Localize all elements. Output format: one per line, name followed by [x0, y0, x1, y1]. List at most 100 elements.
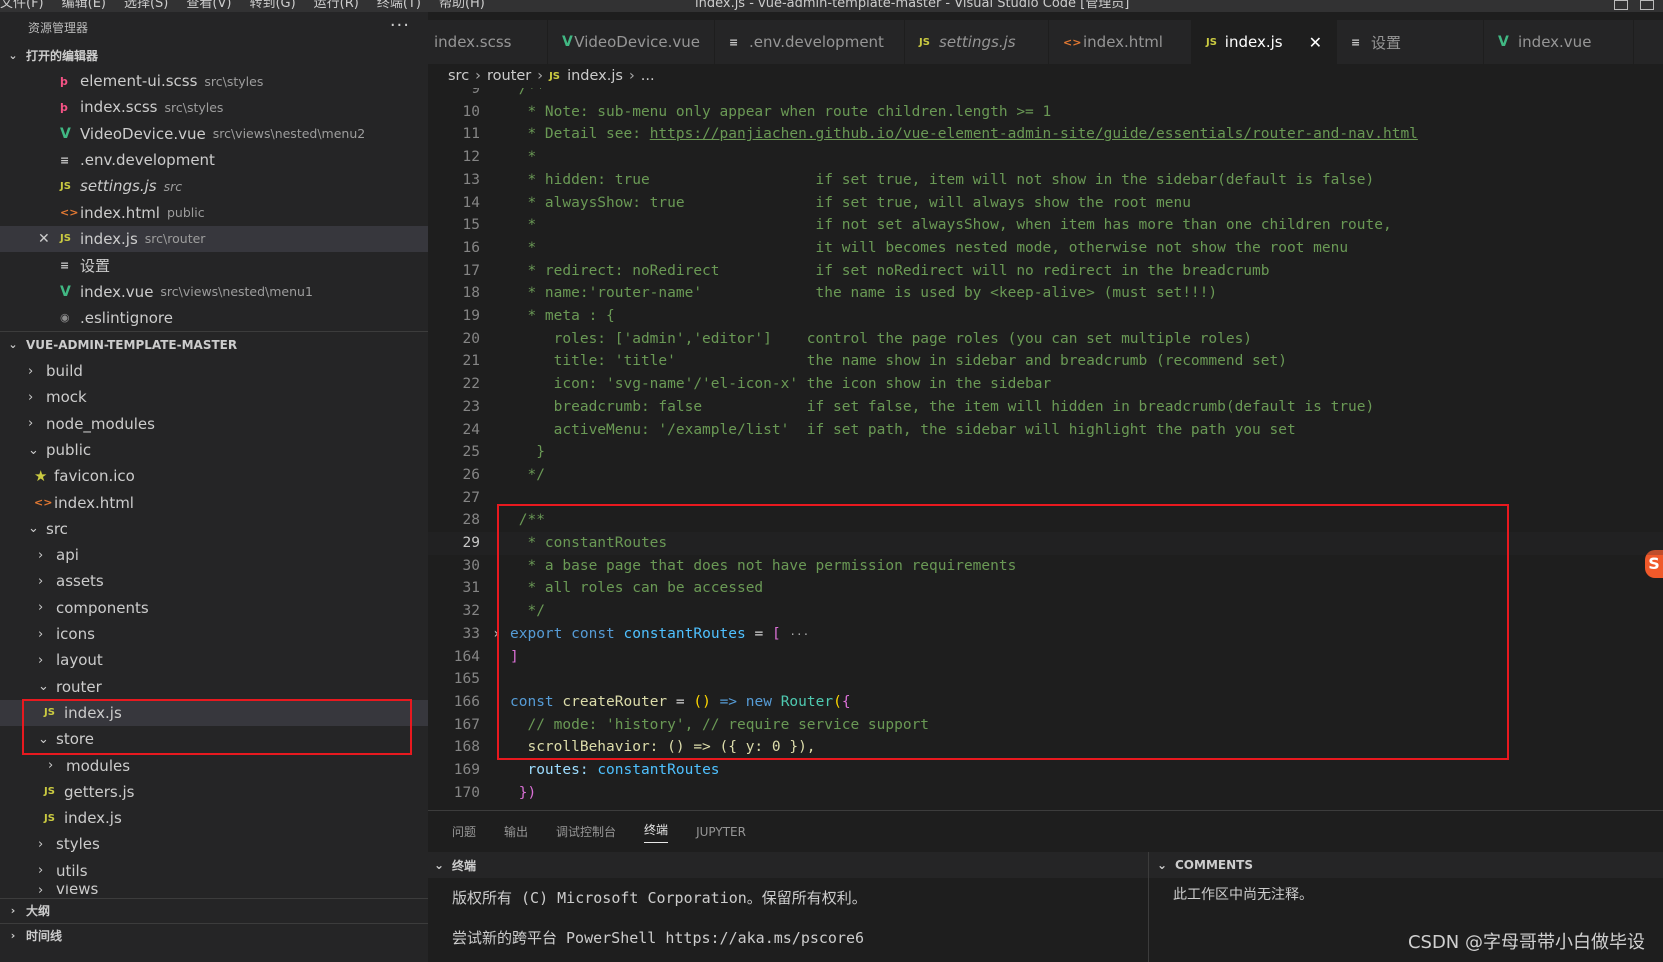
tree-folder-modules[interactable]: › modules — [0, 752, 428, 778]
file-name: index.vue — [80, 282, 154, 301]
close-icon[interactable]: ✕ — [1309, 33, 1322, 52]
tree-file-index-html[interactable]: <> index.html — [0, 489, 428, 515]
tab-debug-console[interactable]: 调试控制台 — [556, 823, 616, 840]
code-line[interactable]: 20 roles: ['admin','editor'] control the… — [428, 328, 1663, 351]
tree-folder-build[interactable]: › build — [0, 358, 428, 384]
open-editor-item[interactable]: JS settings.js src — [0, 173, 428, 199]
file-name: index.scss — [80, 98, 158, 117]
tab-index-js[interactable]: JS index.js ✕ — [1192, 20, 1337, 64]
tree-folder-assets[interactable]: › assets — [0, 568, 428, 594]
code-line[interactable]: 22 icon: 'svg-name'/'el-icon-x' the icon… — [428, 373, 1663, 396]
tree-folder-src[interactable]: ⌄ src — [0, 516, 428, 542]
breadcrumb-item[interactable]: router — [487, 68, 531, 84]
open-editor-item[interactable]: V VideoDevice.vue src\views\nested\menu2 — [0, 121, 428, 147]
tab-terminal[interactable]: 终端 — [644, 821, 669, 843]
code-line[interactable]: 25 } — [428, 441, 1663, 464]
code-line[interactable]: 21 title: 'title' the name show in sideb… — [428, 350, 1663, 373]
tree-folder-public[interactable]: ⌄ public — [0, 437, 428, 463]
folder-name: icons — [56, 625, 95, 644]
tree-folder-styles[interactable]: › styles — [0, 831, 428, 857]
js-icon: JS — [44, 812, 55, 824]
menu-go[interactable]: 转到(G) — [249, 0, 295, 10]
menu-view[interactable]: 查看(V) — [186, 0, 231, 10]
code-line[interactable]: 14 * alwaysShow: true if set true, will … — [428, 192, 1663, 215]
code-line[interactable]: 11 * Detail see: https://panjiachen.gith… — [428, 123, 1663, 146]
close-icon[interactable]: ✕ — [38, 231, 50, 247]
layout-icon[interactable] — [1614, 0, 1628, 10]
tree-folder-components[interactable]: › components — [0, 595, 428, 621]
line-number: 15 — [462, 217, 480, 234]
breadcrumb-item[interactable]: src — [448, 68, 469, 84]
tree-folder-router[interactable]: ⌄ router — [0, 674, 428, 700]
tree-file-favicon[interactable]: ★ favicon.ico — [0, 463, 428, 489]
code-line[interactable]: 19 * meta : { — [428, 305, 1663, 328]
tree-folder-layout[interactable]: › layout — [0, 647, 428, 673]
code-line[interactable]: 17 * redirect: noRedirect if set noRedir… — [428, 260, 1663, 283]
open-editor-item[interactable]: <> index.html public — [0, 199, 428, 225]
tree-folder-icons[interactable]: › icons — [0, 621, 428, 647]
tab-output[interactable]: 输出 — [504, 823, 528, 840]
code-text: activeMenu: '/example/list' if set path,… — [510, 421, 1296, 438]
folder-name: utils — [56, 861, 88, 880]
code-line[interactable]: 16 * it will becomes nested mode, otherw… — [428, 237, 1663, 260]
more-actions-icon[interactable]: ··· — [390, 15, 410, 36]
tree-file-store-index-js[interactable]: JS index.js — [0, 805, 428, 831]
tree-folder-views[interactable]: › views — [0, 884, 428, 898]
js-icon: JS — [549, 70, 561, 82]
code-line[interactable]: 26 */ — [428, 464, 1663, 487]
code-line[interactable]: 13 * hidden: true if set true, item will… — [428, 169, 1663, 192]
outline-section[interactable]: › 大纲 — [0, 897, 428, 923]
tab-jupyter[interactable]: JUPYTER — [696, 825, 746, 839]
tree-folder-api[interactable]: › api — [0, 542, 428, 568]
open-editor-item[interactable]: ≡ 设置 — [0, 252, 428, 278]
code-line[interactable]: 10 * Note: sub-menu only appear when rou… — [428, 101, 1663, 124]
tree-folder-node-modules[interactable]: › node_modules — [0, 411, 428, 437]
tab-settings-ui[interactable]: ≡ 设置 — [1337, 20, 1484, 64]
terminal-panel[interactable]: ⌄ 终端 版权所有 (C) Microsoft Corporation。保留所有权… — [428, 852, 1148, 962]
menu-selection[interactable]: 选择(S) — [124, 0, 168, 10]
tab-index-vue[interactable]: Vindex.vue — [1484, 20, 1634, 64]
breadcrumb-item[interactable]: index.js — [567, 68, 623, 84]
code-line[interactable]: 24 activeMenu: '/example/list' if set pa… — [428, 419, 1663, 442]
line-number: 166 — [453, 693, 480, 710]
tree-folder-mock[interactable]: › mock — [0, 384, 428, 410]
open-editor-item[interactable]: Vindex.vue src\views\nested\menu1 — [0, 278, 428, 304]
terminal-header[interactable]: ⌄ 终端 — [428, 852, 1148, 878]
code-line[interactable]: 12 * — [428, 146, 1663, 169]
project-section[interactable]: ⌄ VUE-ADMIN-TEMPLATE-MASTER — [0, 330, 428, 358]
chevron-down-icon: ⌄ — [1157, 858, 1168, 872]
settings-file-icon: ≡ — [60, 153, 70, 167]
breadcrumb: src › router › JS index.js › ... — [428, 64, 1663, 88]
menu-run[interactable]: 运行(R) — [314, 0, 359, 10]
tab-index-scss[interactable]: index.scss — [428, 20, 548, 64]
tab-problems[interactable]: 问题 — [452, 823, 476, 840]
open-editor-item[interactable]: ϸ index.scss src\styles — [0, 94, 428, 120]
code-line[interactable]: 23 breadcrumb: false if set false, the i… — [428, 396, 1663, 419]
code-line[interactable]: 169 routes: constantRoutes — [428, 759, 1663, 782]
open-editor-item-active[interactable]: ✕ JS index.js src\router — [0, 225, 428, 253]
code-line[interactable]: 9 /** — [428, 88, 1663, 101]
code-line[interactable]: 15 * if not set alwaysShow, when item ha… — [428, 214, 1663, 237]
timeline-section[interactable]: › 时间线 — [0, 922, 428, 948]
code-line[interactable]: 18 * name:'router-name' the name is used… — [428, 282, 1663, 305]
layout-panel-icon[interactable] — [1640, 0, 1654, 10]
menu-terminal[interactable]: 终端(T) — [377, 0, 421, 10]
tab-videodevice-vue[interactable]: V VideoDevice.vue — [548, 20, 715, 64]
tree-folder-utils[interactable]: › utils — [0, 858, 428, 884]
menu-help[interactable]: 帮助(H) — [439, 0, 485, 10]
js-icon: JS — [44, 786, 55, 798]
tab-index-html[interactable]: <> index.html — [1049, 20, 1192, 64]
comments-header[interactable]: ⌄ COMMENTS — [1149, 852, 1663, 878]
folder-name: src — [46, 519, 68, 538]
tab-settings-js[interactable]: JS settings.js — [905, 20, 1049, 64]
open-editor-item[interactable]: ϸ element-ui.scss src\styles — [0, 68, 428, 94]
tree-file-getters-js[interactable]: JS getters.js — [0, 779, 428, 805]
open-editors-section[interactable]: ⌄ 打开的编辑器 — [0, 42, 428, 68]
breadcrumb-item[interactable]: ... — [641, 68, 655, 84]
menu-file[interactable]: 文件(F) — [0, 0, 44, 10]
tab-env-development[interactable]: ≡ .env.development — [715, 20, 905, 64]
menu-edit[interactable]: 编辑(E) — [62, 0, 106, 10]
open-editor-item[interactable]: ≡ .env.development — [0, 147, 428, 173]
open-editor-item[interactable]: ◉ .eslintignore — [0, 305, 428, 331]
code-line[interactable]: 170 }) — [428, 782, 1663, 805]
